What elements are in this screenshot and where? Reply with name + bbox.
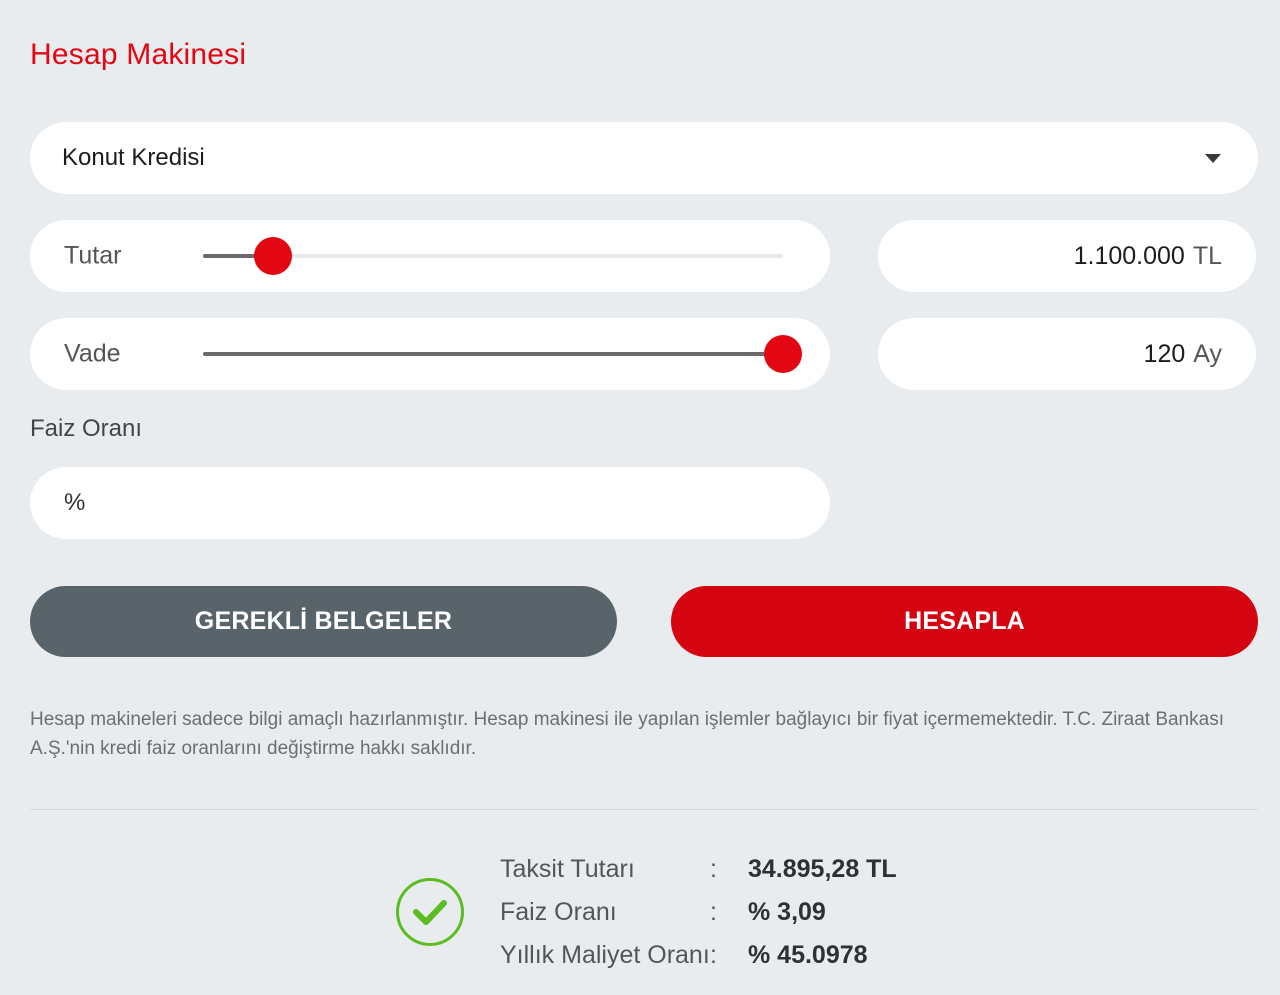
result-label: Taksit Tutarı: [500, 855, 635, 883]
amount-slider-handle[interactable]: [253, 237, 292, 275]
result-colon: :: [710, 855, 717, 883]
result-value: % 45.0978: [748, 941, 868, 969]
term-slider-track[interactable]: [203, 335, 802, 373]
amount-slider-track[interactable]: [203, 237, 783, 275]
term-value: 120: [1143, 339, 1186, 368]
loan-type-selected: Konut Kredisi: [62, 144, 205, 171]
interest-rate-heading: Faiz Oranı: [30, 415, 143, 442]
check-circle-icon: [396, 878, 464, 946]
term-unit: Ay: [1193, 339, 1222, 368]
chevron-down-icon: [1205, 153, 1221, 163]
interest-rate-input[interactable]: [95, 489, 830, 517]
result-colon: :: [710, 941, 717, 969]
amount-unit: TL: [1192, 241, 1222, 270]
amount-value-field[interactable]: 1.100.000 TL: [878, 220, 1256, 292]
result-row-annual-cost: Yıllık Maliyet Oranı : % 45.0978: [500, 934, 897, 977]
term-label: Vade: [64, 339, 121, 368]
disclaimer-text: Hesap makineleri sadece bilgi amaçlı haz…: [30, 709, 1224, 759]
loan-type-select[interactable]: Konut Kredisi: [30, 122, 1258, 194]
result-label: Yıllık Maliyet Oranı: [500, 941, 710, 969]
result-value: % 3,09: [748, 898, 826, 926]
results-panel: Taksit Tutarı : 34.895,28 TL Faiz Oranı …: [500, 848, 897, 977]
divider: [30, 809, 1258, 810]
percent-prefix: %: [64, 489, 86, 516]
amount-label: Tutar: [64, 241, 122, 270]
page-title: Hesap Makinesi: [30, 38, 247, 71]
result-colon: :: [710, 898, 717, 926]
result-row-installment: Taksit Tutarı : 34.895,28 TL: [500, 848, 897, 891]
interest-rate-field[interactable]: %: [30, 467, 830, 539]
term-slider-fill: [203, 352, 783, 356]
term-value-field[interactable]: 120 Ay: [878, 318, 1256, 390]
result-value: 34.895,28 TL: [748, 855, 897, 883]
term-slider-handle[interactable]: [764, 335, 802, 373]
required-documents-button[interactable]: GEREKLİ BELGELER: [30, 586, 617, 657]
amount-value: 1.100.000: [1073, 241, 1185, 270]
result-row-interest: Faiz Oranı : % 3,09: [500, 891, 897, 934]
result-label: Faiz Oranı: [500, 898, 617, 926]
amount-slider-row: Tutar: [30, 220, 830, 292]
calculate-button[interactable]: HESAPLA: [671, 586, 1258, 657]
term-slider-row: Vade: [30, 318, 830, 390]
